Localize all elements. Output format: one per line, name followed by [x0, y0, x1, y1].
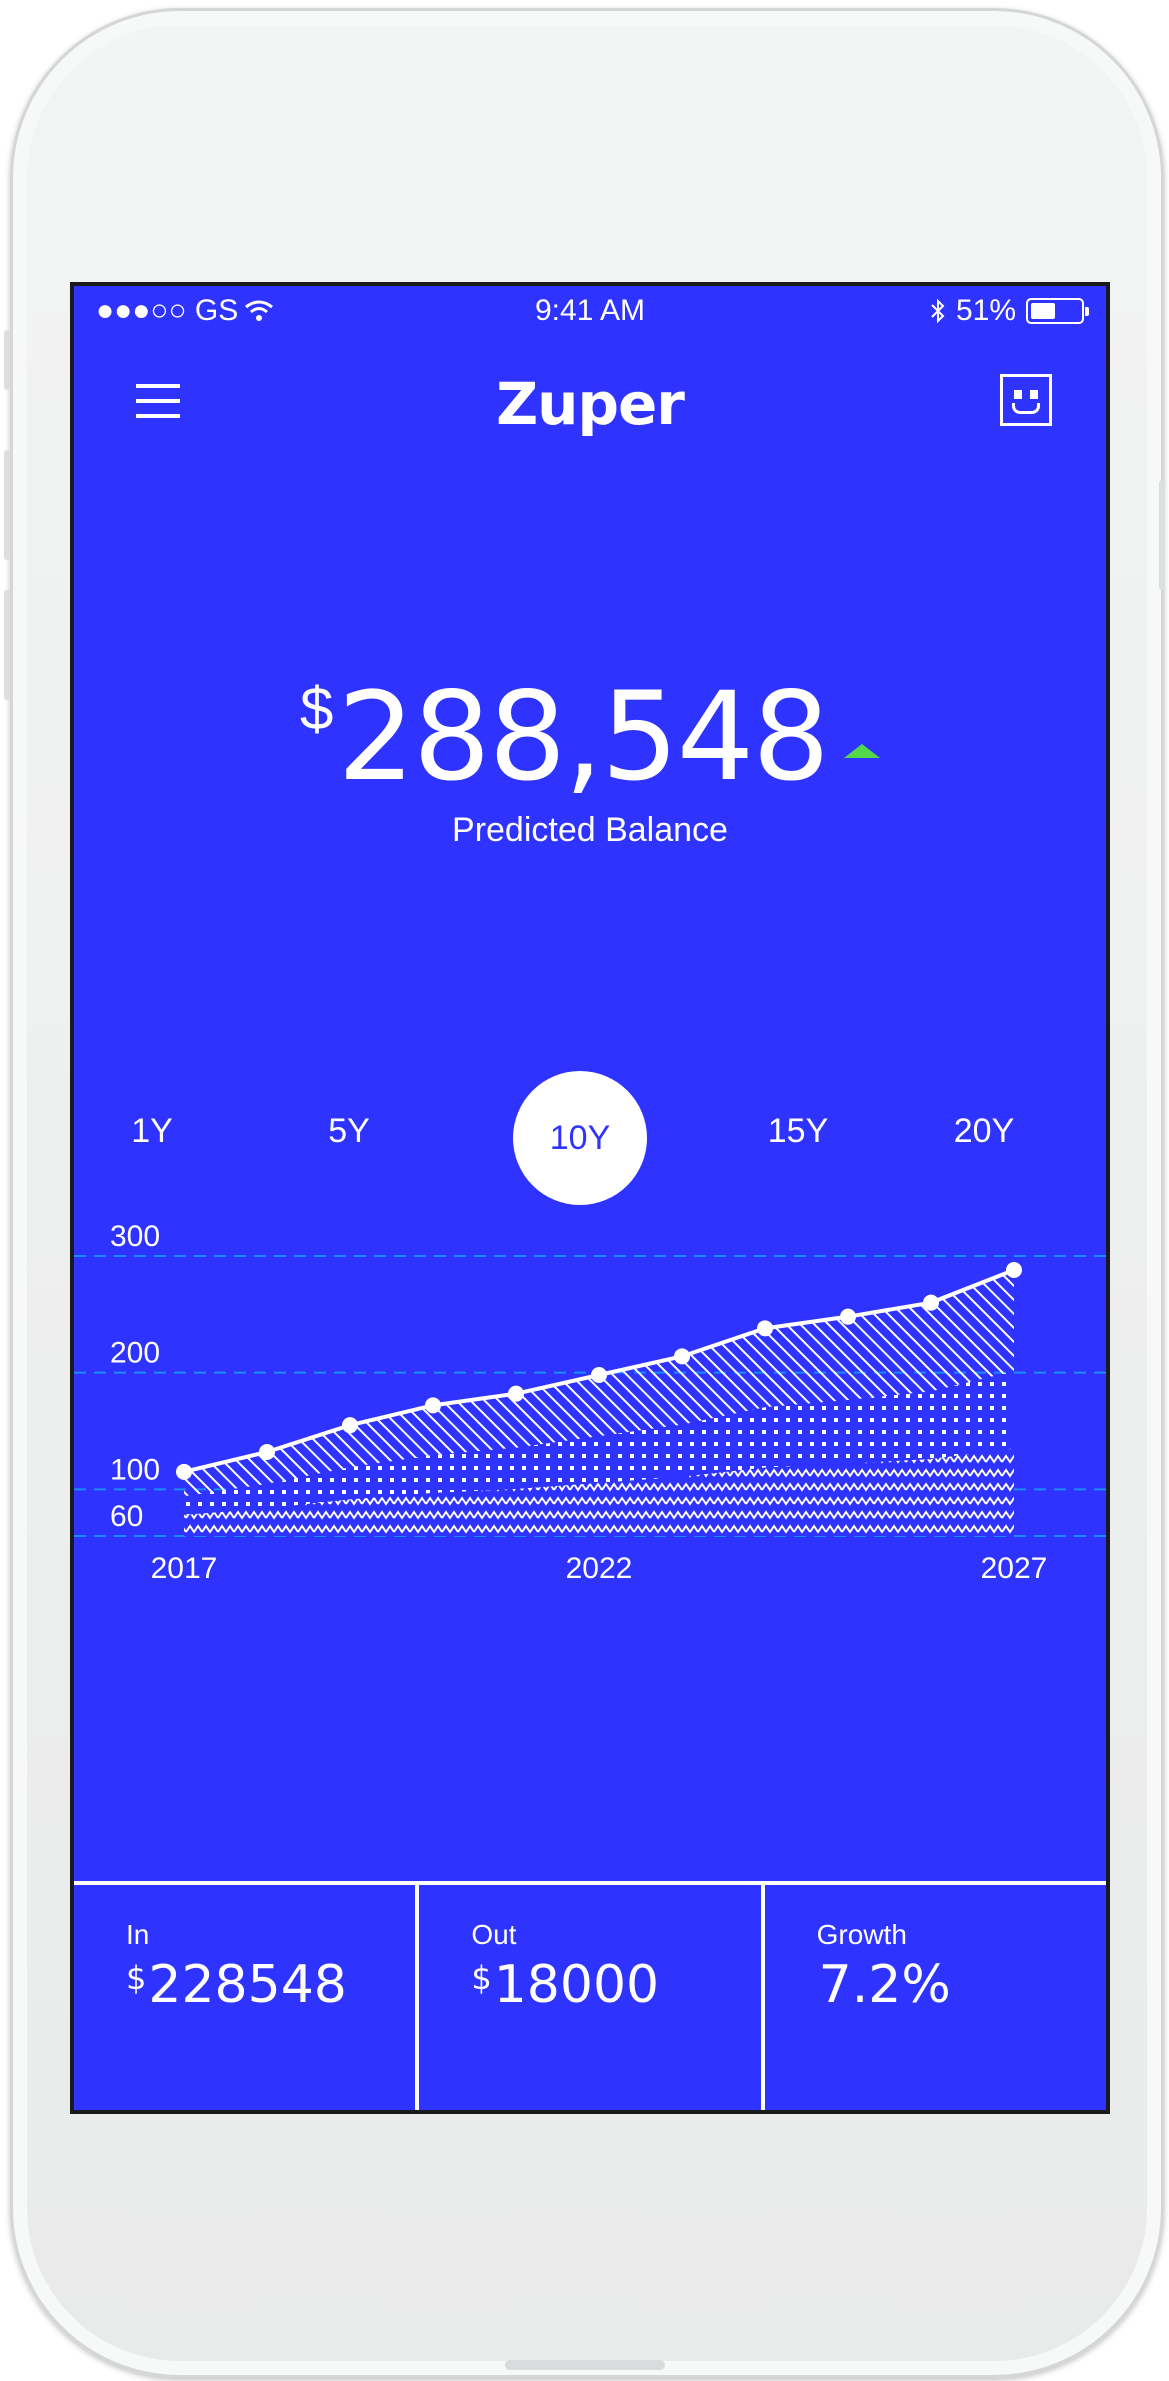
data-point: [425, 1397, 441, 1414]
data-point: [342, 1417, 358, 1434]
stat-value: 228548: [148, 1955, 347, 2015]
app-screen: ●●●○○ GS 9:41 AM 51% Zuper $288,548 Pred…: [70, 282, 1110, 2114]
y-tick-label: 300: [110, 1220, 160, 1253]
status-right: 51%: [930, 294, 1089, 328]
period-20y[interactable]: 20Y: [954, 1112, 1015, 1151]
data-point: [259, 1444, 275, 1460]
x-tick-label: 2027: [981, 1552, 1048, 1585]
profile-bot-icon[interactable]: [1000, 374, 1052, 426]
stat-value: 18000: [493, 1955, 660, 2015]
period-5y[interactable]: 5Y: [328, 1112, 370, 1151]
stat-value-wrap: 7.2%: [817, 1955, 951, 2015]
summary-stats: In $228548 Out $18000 Growth 7.2%: [74, 1881, 1106, 2110]
stat-currency: $: [471, 1959, 492, 1997]
stat-value-wrap: $18000: [471, 1955, 659, 2015]
data-point: [757, 1320, 773, 1337]
x-tick-label: 2022: [566, 1552, 633, 1585]
balance-chart: 60 100 200 300 2017 2022 2027: [74, 1220, 1106, 1585]
stat-value-wrap: $228548: [126, 1955, 347, 2015]
data-point: [508, 1385, 524, 1402]
home-bar: [505, 2360, 665, 2370]
data-point: [840, 1308, 856, 1325]
stat-label: In: [126, 1919, 150, 1950]
battery-level: [1031, 303, 1056, 319]
x-tick-label: 2017: [151, 1552, 218, 1585]
data-point: [674, 1348, 690, 1365]
balance-label: Predicted Balance: [452, 811, 728, 849]
volume-down-button: [4, 590, 10, 700]
y-tick-label: 200: [110, 1337, 160, 1370]
status-bar: ●●●○○ GS 9:41 AM 51%: [74, 286, 1106, 336]
mute-switch: [4, 330, 10, 390]
stat-value: 7.2%: [818, 1955, 951, 2015]
data-point: [591, 1367, 607, 1383]
data-point: [176, 1463, 192, 1480]
battery-icon: [1026, 298, 1089, 324]
balance-amount: 288,548: [337, 666, 830, 808]
y-tick-label: 100: [110, 1453, 160, 1486]
data-point: [923, 1294, 939, 1311]
stat-label: Out: [471, 1919, 517, 1950]
y-tick-label: 60: [110, 1500, 143, 1533]
trend-up-icon: [843, 744, 880, 758]
stat-growth: Growth 7.2%: [765, 1885, 1106, 2110]
battery-percent: 51%: [955, 294, 1016, 327]
volume-up-button: [4, 450, 10, 560]
period-1y[interactable]: 1Y: [131, 1112, 173, 1151]
period-15y[interactable]: 15Y: [768, 1112, 829, 1151]
period-10y[interactable]: 10Y: [513, 1071, 647, 1205]
power-button: [1159, 480, 1165, 590]
balance-currency: $: [300, 675, 334, 742]
predicted-balance: $288,548: [74, 666, 1106, 808]
app-logo: Zuper: [496, 370, 685, 438]
stat-in: In $228548: [74, 1885, 420, 2110]
stat-label: Growth: [816, 1919, 907, 1950]
data-point: [1006, 1262, 1022, 1278]
stat-out: Out $18000: [419, 1885, 765, 2110]
bluetooth-icon: [931, 298, 945, 324]
stat-currency: $: [126, 1959, 147, 1997]
